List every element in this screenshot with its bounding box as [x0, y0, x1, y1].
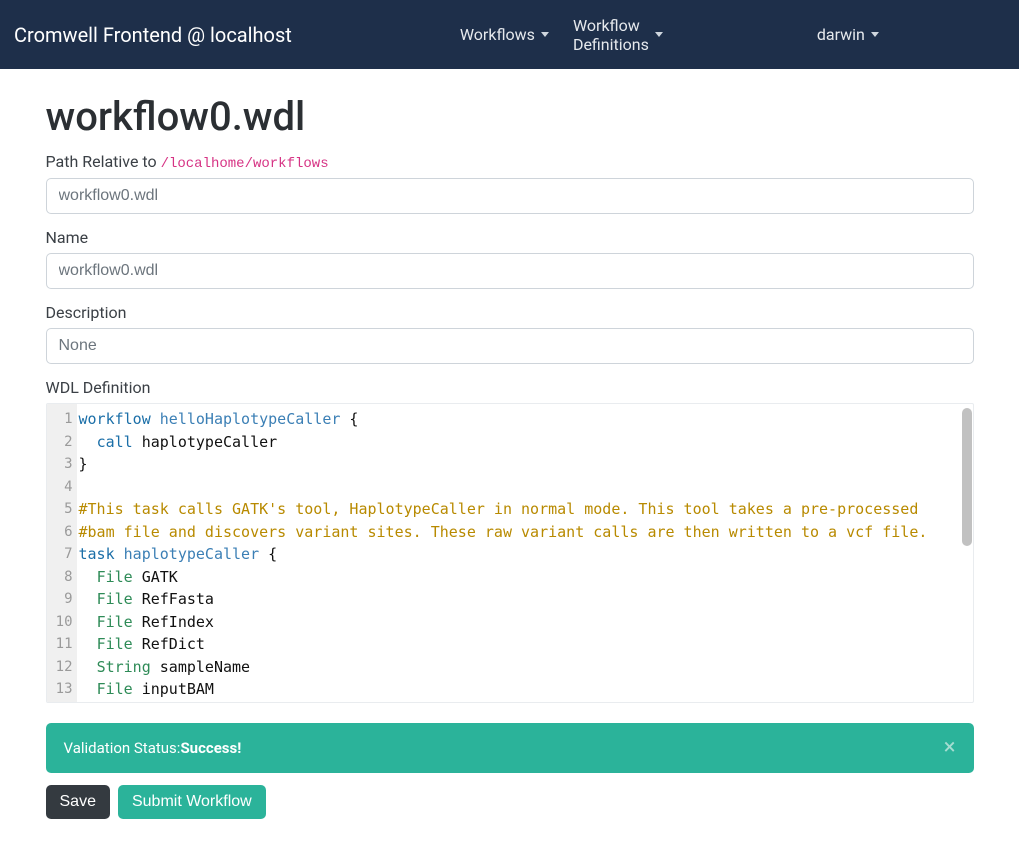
line-number: 12 — [47, 656, 73, 679]
editor-code[interactable]: workflow helloHaplotypeCaller { call hap… — [77, 404, 961, 702]
line-number: 10 — [47, 611, 73, 634]
validation-prefix: Validation Status: — [64, 739, 181, 757]
chevron-down-icon — [655, 32, 663, 37]
code-line[interactable]: } — [79, 453, 961, 476]
path-label: Path Relative to /localhome/workflows — [46, 152, 974, 172]
line-number: 7 — [47, 543, 73, 566]
code-line[interactable]: workflow helloHaplotypeCaller { — [79, 408, 961, 431]
description-label: Description — [46, 303, 974, 322]
line-number: 6 — [47, 521, 73, 544]
code-line[interactable]: call haplotypeCaller — [79, 431, 961, 454]
nav-workflow-definitions-label: Workflow Definitions — [573, 16, 649, 54]
close-icon[interactable]: × — [944, 737, 956, 759]
line-number: 5 — [47, 498, 73, 521]
code-line[interactable]: String sampleName — [79, 656, 961, 679]
line-number: 2 — [47, 431, 73, 454]
chevron-down-icon — [871, 32, 879, 37]
line-number: 11 — [47, 633, 73, 656]
code-line[interactable]: File RefIndex — [79, 611, 961, 634]
editor-gutter: 12345678910111213 — [47, 404, 77, 702]
code-line[interactable]: File inputBAM — [79, 678, 961, 701]
line-number: 3 — [47, 453, 73, 476]
line-number: 8 — [47, 566, 73, 589]
code-line[interactable]: task haplotypeCaller { — [79, 543, 961, 566]
nav-workflows-label: Workflows — [460, 25, 535, 44]
validation-status: Success! — [180, 739, 241, 757]
path-base: /localhome/workflows — [161, 156, 329, 172]
code-line[interactable]: #bam file and discovers variant sites. T… — [79, 521, 961, 544]
path-input[interactable] — [46, 178, 974, 214]
editor-scrollbar-thumb[interactable] — [962, 408, 972, 546]
name-group: Name — [46, 228, 974, 289]
name-label: Name — [46, 228, 974, 247]
code-line[interactable]: File RefFasta — [79, 588, 961, 611]
submit-workflow-button[interactable]: Submit Workflow — [118, 785, 266, 819]
nav-workflow-definitions[interactable]: Workflow Definitions — [561, 8, 675, 62]
path-label-prefix: Path Relative to — [46, 152, 161, 171]
page-title: workflow0.wdl — [46, 93, 974, 140]
save-button[interactable]: Save — [46, 785, 110, 819]
code-line[interactable]: File GATK — [79, 566, 961, 589]
wdl-group: WDL Definition 12345678910111213 workflo… — [46, 378, 974, 703]
line-number: 1 — [47, 408, 73, 431]
code-line[interactable]: #This task calls GATK's tool, HaplotypeC… — [79, 498, 961, 521]
chevron-down-icon — [541, 32, 549, 37]
name-input[interactable] — [46, 253, 974, 289]
navbar: Cromwell Frontend @ localhost Workflows … — [0, 0, 1019, 69]
wdl-editor[interactable]: 12345678910111213 workflow helloHaplotyp… — [46, 403, 974, 703]
main-container: workflow0.wdl Path Relative to /localhom… — [40, 93, 980, 819]
path-group: Path Relative to /localhome/workflows — [46, 152, 974, 214]
description-group: Description — [46, 303, 974, 364]
wdl-label: WDL Definition — [46, 378, 974, 397]
nav-user-menu[interactable]: darwin — [805, 17, 891, 52]
button-row: Save Submit Workflow — [46, 785, 974, 819]
line-number: 4 — [47, 476, 73, 499]
nav-workflows[interactable]: Workflows — [448, 8, 561, 62]
description-input[interactable] — [46, 328, 974, 364]
line-number: 9 — [47, 588, 73, 611]
nav-user-label: darwin — [817, 25, 865, 44]
code-line[interactable]: File RefDict — [79, 633, 961, 656]
validation-alert: Validation Status: Success! × — [46, 723, 974, 773]
line-number: 13 — [47, 678, 73, 701]
navbar-brand[interactable]: Cromwell Frontend @ localhost — [14, 23, 292, 47]
code-line[interactable] — [79, 476, 961, 499]
